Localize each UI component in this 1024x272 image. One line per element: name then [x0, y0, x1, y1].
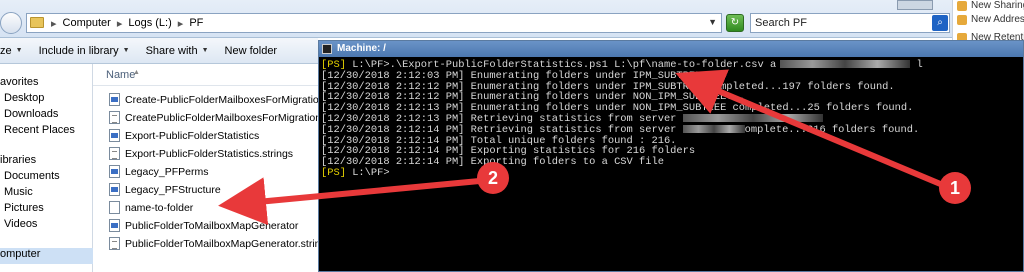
chevron-down-icon[interactable]: ▼ [708, 17, 717, 27]
console-titlebar[interactable]: Machine: / [319, 41, 1023, 57]
nav-item-documents[interactable]: Documents [4, 170, 60, 186]
sharing-icon [957, 0, 967, 11]
breadcrumb-logs[interactable]: Logs (L:) [128, 17, 171, 30]
file-item-name-to-folder[interactable]: name-to-folder [109, 199, 193, 216]
file-item[interactable]: Export-PublicFolderStatistics.strings [109, 145, 293, 162]
breadcrumb-separator: ▸ [177, 18, 184, 30]
breadcrumb-pf[interactable]: PF [189, 17, 203, 30]
new-folder-button[interactable]: New folder [217, 45, 286, 57]
nav-libraries[interactable]: ibraries [0, 154, 36, 170]
file-list: Name ▲ Create-PublicFolderMailboxesForMi… [93, 64, 347, 272]
redacted-text [780, 60, 911, 69]
nav-item-music[interactable]: Music [4, 186, 33, 202]
new-sharing-item[interactable]: New Sharing [957, 0, 1024, 11]
nav-item-videos[interactable]: Videos [4, 218, 37, 234]
console-prompt-path: L:\PF> [345, 166, 390, 179]
file-item[interactable]: Legacy_PFStructure [109, 181, 221, 198]
breadcrumb-computer[interactable]: Computer [63, 17, 111, 30]
breadcrumb: ▸ Computer ▸ Logs (L:) ▸ PF [51, 17, 203, 30]
powershell-script-icon [109, 219, 120, 232]
file-item[interactable]: CreatePublicFolderMailboxesForMigration.… [109, 109, 347, 126]
address-toolbar: ▸ Computer ▸ Logs (L:) ▸ PF ▼ ↻ Search P… [0, 0, 1024, 38]
forward-button[interactable] [0, 12, 22, 34]
explorer-command-bar: ze ▼ Include in library ▼ Share with ▼ New … [0, 38, 318, 64]
new-address-item[interactable]: New Address [957, 14, 1024, 25]
nav-computer[interactable]: omputer [0, 248, 93, 264]
powershell-console[interactable]: Machine: / [PS] L:\PF>.\Export-PublicFol… [318, 40, 1024, 272]
console-line-tail: omplete...216 folders found. [744, 123, 920, 136]
breadcrumb-separator: ▸ [51, 18, 57, 30]
file-item[interactable]: Export-PublicFolderStatistics [109, 127, 259, 144]
nav-item-pictures[interactable]: Pictures [4, 202, 44, 218]
chevron-down-icon: ▼ [15, 47, 23, 54]
redacted-text [682, 125, 745, 134]
nav-item-desktop[interactable]: Desktop [4, 92, 44, 108]
nav-favorites[interactable]: avorites [0, 76, 39, 92]
console-command-tail: l [916, 59, 923, 71]
powershell-script-icon [109, 129, 120, 142]
console-output[interactable]: [PS] L:\PF>.\Export-PublicFolderStatisti… [319, 58, 1023, 272]
file-item[interactable]: Legacy_PFPerms [109, 163, 208, 180]
navigation-pane: avorites Desktop Downloads Recent Places… [0, 64, 93, 272]
text-file-icon [109, 201, 120, 214]
refresh-button[interactable]: ↻ [726, 14, 744, 32]
column-header-name[interactable]: Name ▲ [93, 64, 318, 86]
search-input[interactable]: Search PF ⌕ [750, 13, 950, 33]
powershell-script-icon [109, 165, 120, 178]
file-item[interactable]: PublicFolderToMailboxMapGenerator [109, 217, 298, 234]
search-icon[interactable]: ⌕ [932, 15, 948, 31]
search-placeholder: Search PF [755, 17, 807, 29]
address-bar[interactable]: ▸ Computer ▸ Logs (L:) ▸ PF ▼ [26, 13, 722, 33]
breadcrumb-separator: ▸ [116, 18, 123, 30]
share-with-menu[interactable]: Share with ▼ [138, 45, 217, 57]
console-icon [322, 44, 332, 54]
redacted-text [682, 114, 823, 123]
organize-menu[interactable]: ze ▼ [0, 45, 31, 57]
sort-arrow-icon: ▲ [133, 69, 140, 76]
file-item[interactable]: PublicFolderToMailboxMapGenerator.string… [109, 235, 332, 252]
powershell-script-icon [109, 183, 120, 196]
ps-prompt: [PS] [321, 166, 346, 179]
nav-item-downloads[interactable]: Downloads [4, 108, 58, 124]
chevron-down-icon: ▼ [201, 47, 209, 54]
include-in-library-menu[interactable]: Include in library ▼ [31, 45, 138, 57]
console-title: Machine: / [337, 43, 386, 54]
powershell-script-icon [109, 93, 120, 106]
chevron-down-icon: ▼ [122, 47, 130, 54]
window-control[interactable] [897, 0, 933, 10]
strings-file-icon [109, 147, 120, 160]
nav-item-recent-places[interactable]: Recent Places [4, 124, 75, 140]
file-item[interactable]: Create-PublicFolderMailboxesForMigration [109, 91, 325, 108]
outlook-new-items-panel: New Sharing New Address New Retenti [952, 0, 1024, 42]
strings-file-icon [109, 111, 120, 124]
folder-icon [30, 17, 44, 28]
strings-file-icon [109, 237, 120, 250]
address-book-icon [957, 14, 967, 25]
